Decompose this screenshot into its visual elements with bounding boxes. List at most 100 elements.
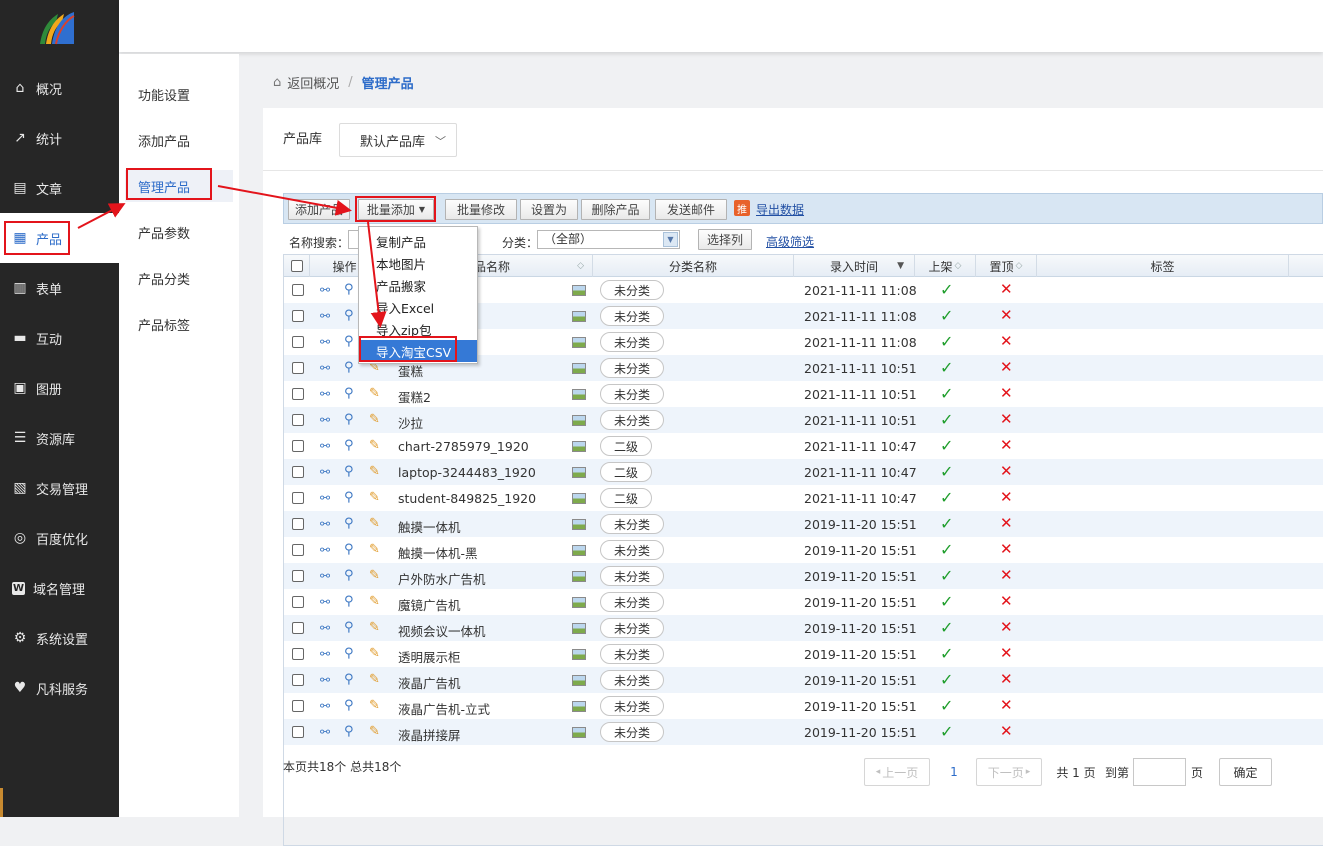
product-name[interactable]: 蛋糕2 xyxy=(398,387,431,406)
header-on-shelf[interactable]: 上架 ◇ xyxy=(915,255,976,277)
nav-item-seo[interactable]: ◎ 百度优化 xyxy=(0,513,119,563)
close-icon[interactable]: ✕ xyxy=(1000,358,1013,376)
category-filter-select[interactable]: （全部） ▼ xyxy=(537,230,680,249)
choose-columns-button[interactable]: 选择列 xyxy=(698,229,752,250)
close-icon[interactable]: ✕ xyxy=(1000,410,1013,428)
prev-page-button[interactable]: ◂ 上一页 xyxy=(864,758,930,786)
edit-icon[interactable]: ✎ xyxy=(369,464,380,479)
header-time[interactable]: 录入时间 ▼ xyxy=(794,255,915,277)
edit-icon[interactable]: ✎ xyxy=(369,724,380,739)
search-icon[interactable]: ⚲ xyxy=(344,334,354,349)
check-icon[interactable]: ✓ xyxy=(940,644,953,663)
share-icon[interactable]: ⚯ xyxy=(320,335,330,349)
image-icon[interactable] xyxy=(572,285,586,296)
close-icon[interactable]: ✕ xyxy=(1000,670,1013,688)
share-icon[interactable]: ⚯ xyxy=(320,283,330,297)
check-icon[interactable]: ✓ xyxy=(940,514,953,533)
check-icon[interactable]: ✓ xyxy=(940,436,953,455)
share-icon[interactable]: ⚯ xyxy=(320,517,330,531)
nav-item-overview[interactable]: ⌂ 概况 xyxy=(0,63,119,113)
share-icon[interactable]: ⚯ xyxy=(320,387,330,401)
search-icon[interactable]: ⚲ xyxy=(344,724,354,739)
product-name[interactable]: 魔镜广告机 xyxy=(398,595,461,614)
close-icon[interactable]: ✕ xyxy=(1000,696,1013,714)
check-icon[interactable]: ✓ xyxy=(940,280,953,299)
row-checkbox[interactable] xyxy=(292,674,304,686)
product-name[interactable]: 触摸一体机 xyxy=(398,517,461,536)
check-icon[interactable]: ✓ xyxy=(940,410,953,429)
nav-item-articles[interactable]: ▤ 文章 xyxy=(0,163,119,213)
close-icon[interactable]: ✕ xyxy=(1000,592,1013,610)
subnav-manage-products[interactable]: 管理产品 xyxy=(125,170,233,202)
edit-icon[interactable]: ✎ xyxy=(369,490,380,505)
search-icon[interactable]: ⚲ xyxy=(344,672,354,687)
close-icon[interactable]: ✕ xyxy=(1000,540,1013,558)
close-icon[interactable]: ✕ xyxy=(1000,332,1013,350)
image-icon[interactable] xyxy=(572,363,586,374)
row-checkbox[interactable] xyxy=(292,310,304,322)
image-icon[interactable] xyxy=(572,623,586,634)
image-icon[interactable] xyxy=(572,545,586,556)
close-icon[interactable]: ✕ xyxy=(1000,618,1013,636)
nav-item-album[interactable]: ▣ 图册 xyxy=(0,363,119,413)
edit-icon[interactable]: ✎ xyxy=(369,620,380,635)
share-icon[interactable]: ⚯ xyxy=(320,361,330,375)
image-icon[interactable] xyxy=(572,337,586,348)
edit-icon[interactable]: ✎ xyxy=(369,568,380,583)
edit-icon[interactable]: ✎ xyxy=(369,542,380,557)
image-icon[interactable] xyxy=(572,571,586,582)
row-checkbox[interactable] xyxy=(292,648,304,660)
nav-item-settings[interactable]: ⚙ 系统设置 xyxy=(0,613,119,663)
product-name[interactable]: chart-2785979_1920 xyxy=(398,439,529,454)
share-icon[interactable]: ⚯ xyxy=(320,569,330,583)
subnav-feature-settings[interactable]: 功能设置 xyxy=(119,78,239,110)
share-icon[interactable]: ⚯ xyxy=(320,465,330,479)
next-page-button[interactable]: 下一页 ▸ xyxy=(976,758,1042,786)
row-checkbox[interactable] xyxy=(292,284,304,296)
search-icon[interactable]: ⚲ xyxy=(344,620,354,635)
subnav-product-params[interactable]: 产品参数 xyxy=(119,216,239,248)
edit-icon[interactable]: ✎ xyxy=(369,438,380,453)
batch-edit-button[interactable]: 批量修改 xyxy=(445,199,517,220)
search-icon[interactable]: ⚲ xyxy=(344,594,354,609)
search-icon[interactable]: ⚲ xyxy=(344,308,354,323)
search-icon[interactable]: ⚲ xyxy=(344,438,354,453)
nav-item-trade[interactable]: ▧ 交易管理 xyxy=(0,463,119,513)
close-icon[interactable]: ✕ xyxy=(1000,436,1013,454)
edit-icon[interactable]: ✎ xyxy=(369,672,380,687)
image-icon[interactable] xyxy=(572,441,586,452)
image-icon[interactable] xyxy=(572,415,586,426)
nav-item-statistics[interactable]: ↗ 统计 xyxy=(0,113,119,163)
menu-item-import-zip[interactable]: 导入zip包 xyxy=(360,318,477,340)
send-mail-button[interactable]: 发送邮件 xyxy=(655,199,727,220)
image-icon[interactable] xyxy=(572,467,586,478)
subnav-product-tags[interactable]: 产品标签 xyxy=(119,308,239,340)
row-checkbox[interactable] xyxy=(292,700,304,712)
row-checkbox[interactable] xyxy=(292,414,304,426)
search-icon[interactable]: ⚲ xyxy=(344,698,354,713)
header-pinned[interactable]: 置顶 ◇ xyxy=(976,255,1037,277)
check-icon[interactable]: ✓ xyxy=(940,618,953,637)
share-icon[interactable]: ⚯ xyxy=(320,621,330,635)
search-icon[interactable]: ⚲ xyxy=(344,464,354,479)
edit-icon[interactable]: ✎ xyxy=(369,386,380,401)
share-icon[interactable]: ⚯ xyxy=(320,647,330,661)
share-icon[interactable]: ⚯ xyxy=(320,413,330,427)
search-icon[interactable]: ⚲ xyxy=(344,490,354,505)
close-icon[interactable]: ✕ xyxy=(1000,462,1013,480)
image-icon[interactable] xyxy=(572,675,586,686)
add-product-button[interactable]: 添加产品 xyxy=(288,199,350,220)
edit-icon[interactable]: ✎ xyxy=(369,412,380,427)
header-category[interactable]: 分类名称 xyxy=(593,255,794,277)
goto-page-input[interactable] xyxy=(1133,758,1186,786)
product-name[interactable]: 液晶广告机 xyxy=(398,673,461,692)
row-checkbox[interactable] xyxy=(292,336,304,348)
row-checkbox[interactable] xyxy=(292,570,304,582)
page-number-current[interactable]: 1 xyxy=(943,758,965,786)
share-icon[interactable]: ⚯ xyxy=(320,439,330,453)
menu-item-move-products[interactable]: 产品搬家 xyxy=(360,274,477,296)
row-checkbox[interactable] xyxy=(292,596,304,608)
search-icon[interactable]: ⚲ xyxy=(344,542,354,557)
close-icon[interactable]: ✕ xyxy=(1000,306,1013,324)
share-icon[interactable]: ⚯ xyxy=(320,309,330,323)
